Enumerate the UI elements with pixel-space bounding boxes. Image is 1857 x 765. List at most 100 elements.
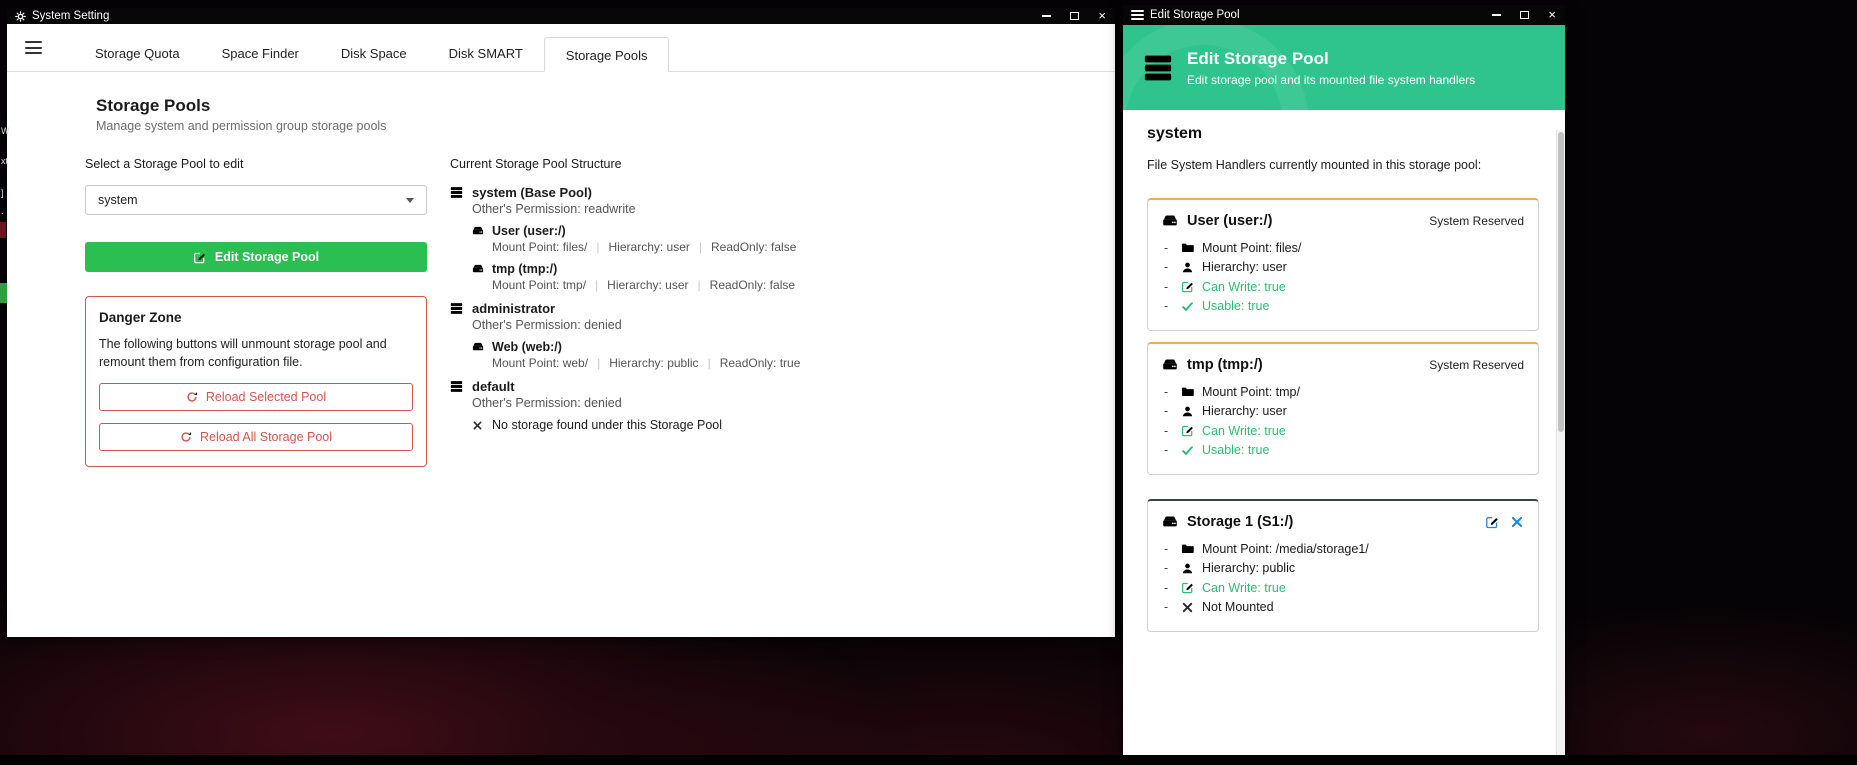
pool-permission: Other's Permission: denied <box>472 396 1075 410</box>
storage-detail: ReadOnly: false <box>689 278 796 292</box>
selected-pool-value: system <box>98 193 138 207</box>
folder-icon <box>1181 241 1194 254</box>
danger-zone-description: The following buttons will unmount stora… <box>99 335 413 371</box>
x-icon <box>1181 601 1194 614</box>
edit-icon <box>1181 581 1194 594</box>
handler-name: Storage 1 (S1:/) <box>1187 514 1293 530</box>
handler-name: User (user:/) <box>1187 213 1272 229</box>
refresh-icon <box>180 431 192 443</box>
handler-row: Not Mounted <box>1162 598 1524 618</box>
storage-name: Web (web:/) <box>492 340 562 354</box>
x-icon <box>472 420 483 431</box>
scrollbar-thumb[interactable] <box>1558 132 1564 432</box>
menu-icon[interactable] <box>25 41 42 54</box>
select-pool-label: Select a Storage Pool to edit <box>85 157 427 171</box>
handler-row: Mount Point: tmp/ <box>1162 382 1524 402</box>
page-title: Storage Pools <box>96 96 1115 116</box>
drive-icon <box>472 341 484 353</box>
server-icon <box>1143 53 1173 83</box>
handler-row: Usable: true <box>1162 441 1524 461</box>
banner-subtitle: Edit storage pool and its mounted file s… <box>1187 73 1475 87</box>
main-titlebar[interactable]: System Setting × <box>7 8 1115 24</box>
edit-storage-pool-window: Edit Storage Pool × Edit Storage Pool Ed… <box>1123 5 1565 755</box>
edit-handler-icon[interactable] <box>1485 515 1499 529</box>
storage-detail: ReadOnly: true <box>699 356 801 370</box>
pool-permission: Other's Permission: readwrite <box>472 202 1075 216</box>
minimize-icon[interactable] <box>1042 15 1051 17</box>
reload-all-pool-button[interactable]: Reload All Storage Pool <box>99 423 413 451</box>
desktop-fragment-text: . <box>1 206 4 216</box>
empty-pool-message: No storage found under this Storage Pool <box>472 418 1075 432</box>
tab-space-finder[interactable]: Space Finder <box>201 36 320 71</box>
handler-row: Mount Point: files/ <box>1162 238 1524 258</box>
handler-row: Can Write: true <box>1162 277 1524 297</box>
storage-name: tmp (tmp:/) <box>492 262 557 276</box>
close-icon[interactable]: × <box>1548 10 1556 20</box>
window-title: System Setting <box>32 10 109 22</box>
danger-zone-title: Danger Zone <box>99 310 413 325</box>
pool-permission: Other's Permission: denied <box>472 318 1075 332</box>
drive-icon <box>1162 357 1178 373</box>
edit-icon <box>193 251 206 264</box>
handler-row: Usable: true <box>1162 297 1524 317</box>
edit-titlebar[interactable]: Edit Storage Pool × <box>1123 5 1565 25</box>
handler-row: Mount Point: /media/storage1/ <box>1162 539 1524 559</box>
tab-disk-space[interactable]: Disk Space <box>320 36 428 71</box>
edit-storage-pool-button[interactable]: Edit Storage Pool <box>85 242 427 272</box>
check-icon <box>1181 300 1194 313</box>
tab-storage-pools[interactable]: Storage Pools <box>544 37 670 72</box>
system-reserved-badge: System Reserved <box>1429 358 1524 372</box>
user-icon <box>1181 562 1194 575</box>
drive-icon <box>1162 514 1178 530</box>
handler-row: Hierarchy: user <box>1162 402 1524 422</box>
system-setting-window: System Setting × Storage Quota Space Fin… <box>7 8 1115 637</box>
scrollbar[interactable] <box>1556 130 1565 755</box>
reload-selected-label: Reload Selected Pool <box>206 390 326 404</box>
desktop-fragment-text: ] <box>1 188 4 198</box>
pool-name: system (Base Pool) <box>472 185 592 200</box>
handler-row: Hierarchy: public <box>1162 559 1524 579</box>
edit-icon <box>1181 424 1194 437</box>
storage-node: tmp (tmp:/) Mount Point: tmp/Hierarchy: … <box>472 262 1075 292</box>
storage-detail: Hierarchy: user <box>587 240 689 254</box>
window-title: Edit Storage Pool <box>1150 9 1240 21</box>
handler-card-user: User (user:/) System Reserved Mount Poin… <box>1147 198 1539 331</box>
tab-storage-quota[interactable]: Storage Quota <box>74 36 201 71</box>
reload-selected-pool-button[interactable]: Reload Selected Pool <box>99 383 413 411</box>
system-reserved-badge: System Reserved <box>1429 214 1524 228</box>
storage-pool-select[interactable]: system <box>85 185 427 215</box>
close-icon[interactable]: × <box>1098 11 1106 21</box>
handler-card-tmp: tmp (tmp:/) System Reserved Mount Point:… <box>1147 342 1539 475</box>
tab-bar: Storage Quota Space Finder Disk Space Di… <box>7 24 1115 72</box>
server-icon <box>450 380 463 393</box>
maximize-icon[interactable] <box>1070 12 1079 20</box>
handler-row: Can Write: true <box>1162 421 1524 441</box>
edit-icon <box>1181 280 1194 293</box>
desktop-fragment-text: W <box>1 126 10 136</box>
pool-node-administrator: administrator Other's Permission: denied… <box>450 301 1075 370</box>
pool-node-default: default Other's Permission: denied No st… <box>450 379 1075 432</box>
handler-row: Hierarchy: user <box>1162 258 1524 278</box>
storage-pool-tree: system (Base Pool) Other's Permission: r… <box>450 185 1075 432</box>
minimize-icon[interactable] <box>1492 14 1501 16</box>
storage-detail: Mount Point: tmp/ <box>492 278 586 292</box>
tab-disk-smart[interactable]: Disk SMART <box>428 36 544 71</box>
desktop-fragment-block <box>0 222 6 238</box>
pool-structure-panel: Current Storage Pool Structure system (B… <box>450 157 1115 467</box>
menu-icon[interactable] <box>1131 10 1144 20</box>
pool-name: administrator <box>472 301 555 316</box>
storage-node: Web (web:/) Mount Point: web/Hierarchy: … <box>472 340 1075 370</box>
taskbar[interactable] <box>0 755 1857 765</box>
edit-pool-body: system File System Handlers currently mo… <box>1123 110 1565 755</box>
remove-handler-icon[interactable] <box>1510 515 1524 529</box>
edit-pool-banner: Edit Storage Pool Edit storage pool and … <box>1123 25 1565 110</box>
storage-detail: Hierarchy: user <box>586 278 688 292</box>
server-icon <box>450 302 463 315</box>
storage-pools-page: Storage Pools Manage system and permissi… <box>7 72 1115 637</box>
maximize-icon[interactable] <box>1520 11 1529 19</box>
check-icon <box>1181 444 1194 457</box>
drive-icon <box>472 263 484 275</box>
reload-all-label: Reload All Storage Pool <box>200 430 332 444</box>
storage-detail: Mount Point: web/ <box>492 356 588 370</box>
server-icon <box>450 186 463 199</box>
